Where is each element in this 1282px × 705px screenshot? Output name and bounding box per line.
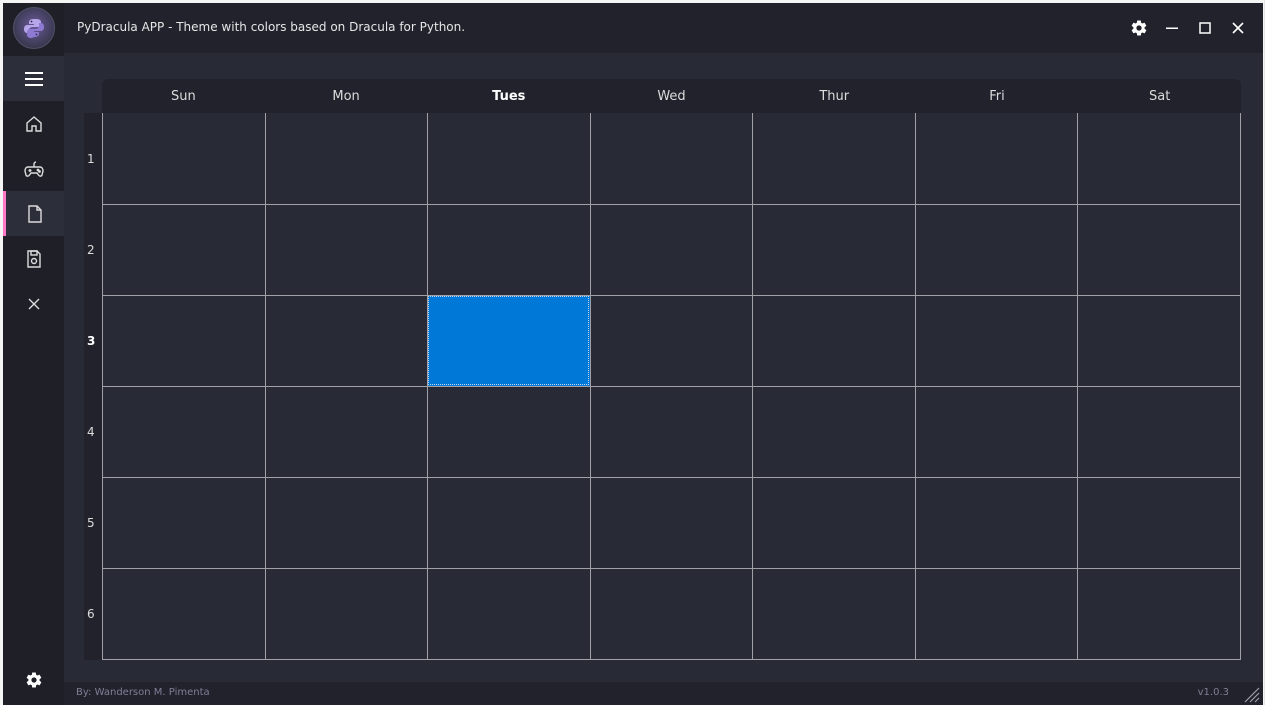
minimize-icon <box>1166 27 1178 29</box>
calendar-cell[interactable] <box>427 204 590 295</box>
calendar-row-headers: 1 2 3 4 5 6 <box>84 113 102 660</box>
settings-button[interactable] <box>1128 17 1150 39</box>
app-window: PyDracula APP - Theme with colors based … <box>3 3 1263 705</box>
calendar-cell[interactable] <box>264 568 428 659</box>
calendar-cell[interactable] <box>589 386 753 477</box>
row-header: 2 <box>87 242 95 257</box>
calendar-grid <box>102 113 1241 660</box>
calendar-cell[interactable] <box>264 204 428 295</box>
calendar-cell[interactable] <box>914 477 1078 568</box>
window-title: PyDracula APP - Theme with colors based … <box>77 20 466 34</box>
calendar-cell[interactable] <box>914 204 1078 295</box>
toggle-menu-button[interactable] <box>3 56 64 101</box>
calendar-cell[interactable] <box>914 568 1078 659</box>
calendar-cell[interactable] <box>1077 295 1240 386</box>
calendar-cell[interactable] <box>1077 386 1240 477</box>
maximize-button[interactable] <box>1194 17 1216 39</box>
hamburger-icon <box>24 71 43 86</box>
day-header-sat: Sat <box>1149 88 1171 104</box>
gear-icon <box>26 672 41 688</box>
calendar-cell[interactable] <box>427 568 590 659</box>
calendar-cell[interactable] <box>752 386 915 477</box>
file-icon <box>28 204 42 223</box>
resize-grip-icon <box>1244 687 1260 703</box>
content-area: Sun Mon Tues Wed Thur Fri Sat 1 2 3 4 5 … <box>64 56 1263 682</box>
calendar-cell[interactable] <box>752 113 915 204</box>
calendar-cell[interactable] <box>914 113 1078 204</box>
row-header: 3 <box>87 333 96 348</box>
calendar-cell[interactable] <box>589 295 753 386</box>
save-icon <box>26 249 41 268</box>
close-icon <box>1232 22 1244 34</box>
calendar-cell[interactable] <box>1077 113 1240 204</box>
menu-item-home[interactable] <box>3 101 64 146</box>
python-logo-icon <box>12 7 55 49</box>
calendar-cell[interactable] <box>914 295 1078 386</box>
menu-item-save[interactable] <box>3 236 64 281</box>
row-header: 4 <box>87 424 95 439</box>
close-icon <box>28 298 39 309</box>
calendar-cell[interactable] <box>102 295 265 386</box>
calendar-cell[interactable] <box>264 477 428 568</box>
calendar-cell[interactable] <box>752 477 915 568</box>
calendar-cell[interactable] <box>264 113 428 204</box>
minimize-button[interactable] <box>1161 17 1183 39</box>
calendar-cell[interactable] <box>102 386 265 477</box>
calendar-cell[interactable] <box>102 113 265 204</box>
menu-item-exit[interactable] <box>3 281 64 326</box>
calendar-cell[interactable] <box>102 204 265 295</box>
menu-item-widgets[interactable] <box>3 146 64 191</box>
day-header-thur: Thur <box>819 88 850 104</box>
calendar-cell[interactable] <box>752 568 915 659</box>
calendar-cell[interactable] <box>1077 568 1240 659</box>
calendar-cell[interactable] <box>427 113 590 204</box>
resize-grip[interactable] <box>1240 683 1260 703</box>
version-label: v1.0.3 <box>1197 687 1229 698</box>
gamepad-icon <box>23 160 44 177</box>
calendar-cell[interactable] <box>264 295 428 386</box>
day-header-tues: Tues <box>492 88 526 104</box>
day-header-sun: Sun <box>170 88 196 104</box>
calendar-widget[interactable]: Sun Mon Tues Wed Thur Fri Sat 1 2 3 4 5 … <box>84 79 1241 662</box>
calendar-cell[interactable] <box>914 386 1078 477</box>
calendar-cell[interactable] <box>264 386 428 477</box>
calendar-cell[interactable] <box>589 568 753 659</box>
close-button[interactable] <box>1227 17 1249 39</box>
gear-icon <box>1131 20 1147 36</box>
calendar-cell[interactable] <box>589 477 753 568</box>
calendar-cell[interactable] <box>1077 477 1240 568</box>
day-header-fri: Fri <box>989 88 1005 104</box>
calendar-cell[interactable] <box>102 477 265 568</box>
calendar-cell[interactable] <box>752 295 915 386</box>
calendar-cell[interactable] <box>102 568 265 659</box>
maximize-icon <box>1199 22 1211 34</box>
calendar-cell[interactable] <box>589 204 753 295</box>
day-header-wed: Wed <box>657 88 686 104</box>
row-header: 5 <box>87 515 95 530</box>
home-icon <box>25 115 42 132</box>
logo-container <box>3 3 64 53</box>
calendar-cell[interactable] <box>1077 204 1240 295</box>
left-menu <box>3 3 64 705</box>
calendar-cell[interactable] <box>427 477 590 568</box>
row-header: 1 <box>87 151 95 166</box>
footer-bar: By: Wanderson M. Pimenta v1.0.3 <box>64 682 1263 705</box>
calendar-header-row: Sun Mon Tues Wed Thur Fri Sat <box>102 79 1241 113</box>
calendar-cell[interactable] <box>589 113 753 204</box>
calendar-cell[interactable] <box>427 295 590 386</box>
background-scrollbar <box>1264 0 1282 705</box>
calendar-cell[interactable] <box>427 386 590 477</box>
row-header: 6 <box>87 606 95 621</box>
title-bar[interactable]: PyDracula APP - Theme with colors based … <box>64 3 1263 53</box>
day-header-mon: Mon <box>332 88 360 104</box>
credits-label: By: Wanderson M. Pimenta <box>76 687 210 698</box>
calendar-cell[interactable] <box>752 204 915 295</box>
menu-item-new[interactable] <box>3 191 64 236</box>
left-settings-button[interactable] <box>3 660 64 700</box>
